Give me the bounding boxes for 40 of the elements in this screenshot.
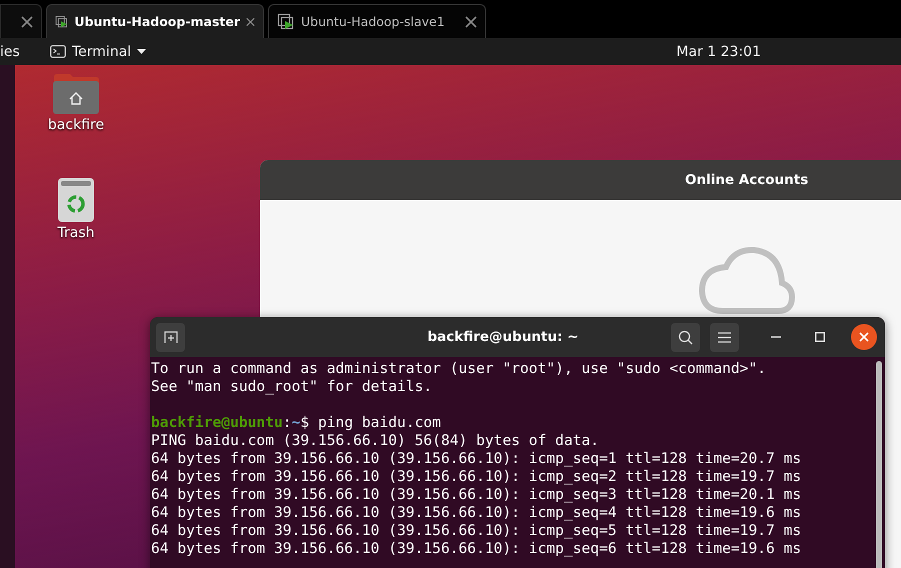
- output-line: To run a command as administrator (user "root"), use "sudo <command>".: [151, 360, 768, 378]
- scrollbar[interactable]: [876, 361, 882, 568]
- close-icon: [859, 332, 869, 342]
- search-icon: [678, 330, 693, 344]
- new-tab-button[interactable]: [156, 322, 185, 352]
- output-line: 64 bytes from 39.156.66.10 (39.156.66.10): icmp_seq=5 ttl=128 time=19.7 ms: [151, 522, 802, 540]
- output-line: 64 bytes from 39.156.66.10 (39.156.66.10): icmp_seq=6 ttl=128 time=19.6 ms: [151, 540, 802, 558]
- caret-icon: [137, 49, 146, 54]
- search-button[interactable]: [671, 322, 700, 352]
- icon-label: backfire: [48, 117, 104, 133]
- output-line: PING baidu.com (39.156.66.10) 56(84) bytes of data.: [151, 432, 600, 450]
- output-line: 64 bytes from 39.156.66.10 (39.156.66.10): icmp_seq=4 ttl=128 time=19.6 ms: [151, 504, 802, 522]
- output-line: 64 bytes from 39.156.66.10 (39.156.66.10): icmp_seq=1 ttl=128 time=20.7 ms: [151, 450, 802, 468]
- cloud-icon: [698, 245, 796, 315]
- browser-tab[interactable]: [0, 4, 42, 38]
- window-title: Online Accounts: [685, 172, 808, 188]
- close-icon[interactable]: [21, 16, 33, 28]
- output-line: See "man sudo_root" for details.: [151, 378, 434, 396]
- app-menu[interactable]: Terminal: [50, 44, 146, 60]
- new-tab-icon: [164, 330, 178, 344]
- icon-label: Trash: [58, 225, 94, 241]
- clock[interactable]: Mar 1 23:01: [676, 44, 761, 60]
- menu-button[interactable]: [710, 322, 739, 352]
- activities-button[interactable]: ies: [0, 44, 50, 60]
- home-folder-icon[interactable]: [52, 73, 100, 115]
- prompt-line: backfire@ubuntu:~$ ping baidu.com: [151, 414, 442, 432]
- close-button[interactable]: [851, 324, 877, 350]
- terminal-icon: [50, 45, 66, 58]
- output-line: 64 bytes from 39.156.66.10 (39.156.66.10): icmp_seq=3 ttl=128 time=20.1 ms: [151, 486, 802, 504]
- browser-tab[interactable]: Ubuntu-Hadoop-slave1: [268, 4, 486, 38]
- close-icon[interactable]: [246, 16, 255, 28]
- minimize-icon: [771, 336, 781, 338]
- output-line: 64 bytes from 39.156.66.10 (39.156.66.10): icmp_seq=2 ttl=128 time=19.7 ms: [151, 468, 802, 486]
- window-title: backfire@ubuntu: ~: [426, 329, 580, 345]
- virtual-machine-icon: [277, 12, 295, 30]
- close-icon[interactable]: [465, 16, 477, 28]
- trash-icon[interactable]: [57, 177, 95, 223]
- maximize-icon: [815, 332, 825, 342]
- menu-icon: [718, 332, 731, 342]
- browser-tab[interactable]: Ubuntu-Hadoop-master: [46, 4, 264, 38]
